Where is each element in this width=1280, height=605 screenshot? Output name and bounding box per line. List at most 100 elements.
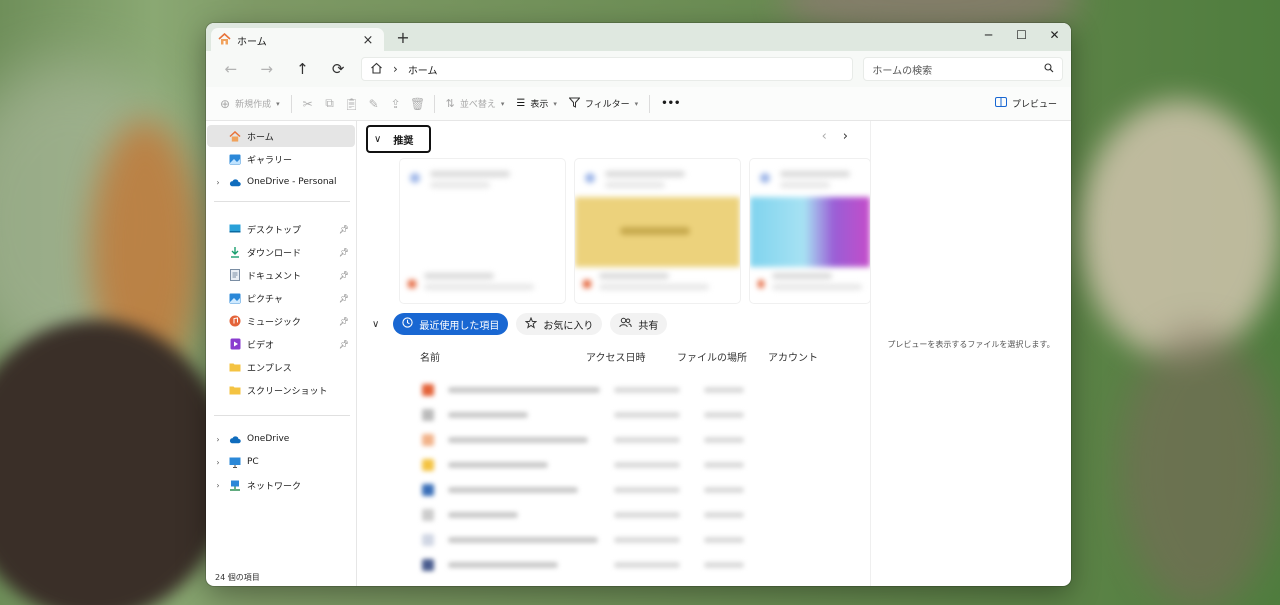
breadcrumb-home[interactable]: ホーム bbox=[408, 62, 438, 77]
chevron-down-icon[interactable]: ∨ bbox=[372, 319, 379, 330]
sidebar-item-screenshots[interactable]: スクリーンショット bbox=[207, 379, 355, 401]
sidebar-item-onedrive[interactable]: › OneDrive bbox=[207, 428, 355, 450]
sidebar-item-pictures[interactable]: ピクチャ 📌︎ bbox=[207, 287, 355, 309]
table-row[interactable] bbox=[422, 430, 744, 450]
chevron-right-icon[interactable]: › bbox=[213, 481, 223, 490]
column-header-account[interactable]: アカウント bbox=[768, 349, 848, 364]
delete-icon[interactable]: 🗑︎ bbox=[407, 93, 429, 115]
chevron-down-icon: ▾ bbox=[500, 99, 505, 108]
music-icon bbox=[229, 315, 241, 327]
refresh-button[interactable]: ⟳ bbox=[321, 55, 355, 83]
sidebar-divider bbox=[214, 415, 350, 416]
sidebar-item-documents[interactable]: ドキュメント 📌︎ bbox=[207, 264, 355, 286]
tab-favorites[interactable]: お気に入り bbox=[516, 313, 603, 335]
view-button[interactable]: ☰ 表示 ▾ bbox=[510, 91, 563, 117]
table-row[interactable] bbox=[422, 505, 744, 525]
pin-icon[interactable]: 📌︎ bbox=[339, 271, 349, 280]
column-header-location[interactable]: ファイルの場所 bbox=[677, 349, 768, 364]
navigation-pane: ホーム ギャラリー › OneDrive - Personal デスクトップ 📌… bbox=[206, 121, 357, 586]
more-options-button[interactable]: ••• bbox=[655, 91, 686, 117]
new-label: 新規作成 bbox=[235, 100, 272, 110]
paste-icon[interactable]: 📋︎ bbox=[341, 93, 363, 115]
tab-shared[interactable]: 共有 bbox=[610, 313, 668, 335]
table-row[interactable] bbox=[422, 480, 744, 500]
recommended-card[interactable] bbox=[400, 159, 565, 303]
home-icon bbox=[218, 32, 231, 48]
column-header-name[interactable]: 名前 bbox=[420, 349, 586, 364]
sidebar-item-label: OneDrive bbox=[247, 434, 290, 444]
chevron-right-icon[interactable]: › bbox=[213, 458, 223, 467]
column-header-accessed[interactable]: アクセス日時 bbox=[586, 349, 677, 364]
new-tab-button[interactable]: + bbox=[394, 29, 412, 47]
sidebar-item-network[interactable]: › ネットワーク bbox=[207, 474, 355, 496]
sidebar-item-downloads[interactable]: ダウンロード 📌︎ bbox=[207, 241, 355, 263]
search-input[interactable]: ホームの検索 bbox=[863, 57, 1064, 81]
tab-close-icon[interactable]: × bbox=[360, 33, 376, 48]
table-row[interactable] bbox=[422, 530, 744, 550]
tab-favorites-label: お気に入り bbox=[543, 320, 594, 332]
sidebar-item-onedrive-personal[interactable]: › OneDrive - Personal bbox=[207, 171, 355, 193]
table-row[interactable] bbox=[422, 455, 744, 475]
cut-icon[interactable]: ✂ bbox=[297, 93, 319, 115]
address-field[interactable]: › ホーム bbox=[361, 57, 854, 81]
toolbar-divider bbox=[433, 94, 435, 113]
chevron-right-icon[interactable]: › bbox=[213, 178, 223, 187]
recommended-section-toggle[interactable]: ∨ 推奨 bbox=[366, 125, 431, 153]
sidebar-item-home[interactable]: ホーム bbox=[207, 125, 355, 147]
sidebar-item-videos[interactable]: ビデオ 📌︎ bbox=[207, 333, 355, 355]
breadcrumb-separator-icon[interactable]: › bbox=[393, 62, 398, 76]
sidebar-item-label: エンプレス bbox=[247, 363, 292, 374]
copy-icon[interactable]: ⧉ bbox=[319, 93, 341, 115]
people-icon bbox=[619, 317, 633, 331]
rename-icon[interactable]: ✎ bbox=[363, 93, 385, 115]
forward-button[interactable]: → bbox=[250, 55, 284, 83]
back-button[interactable]: ← bbox=[214, 55, 248, 83]
table-row[interactable] bbox=[422, 405, 744, 425]
preview-pane-icon bbox=[994, 97, 1007, 110]
sidebar-divider bbox=[214, 201, 350, 202]
filter-button[interactable]: フィルター ▾ bbox=[563, 91, 644, 117]
up-button[interactable]: ↑ bbox=[286, 55, 320, 83]
sidebar-item-empress[interactable]: エンプレス bbox=[207, 356, 355, 378]
sidebar-item-desktop[interactable]: デスクトップ 📌︎ bbox=[207, 218, 355, 240]
table-row[interactable] bbox=[422, 380, 744, 400]
carousel-prev-icon[interactable]: ‹ bbox=[822, 129, 827, 144]
chevron-right-icon[interactable]: › bbox=[213, 435, 223, 444]
new-button[interactable]: ⊕ 新規作成 ▾ bbox=[214, 91, 286, 117]
sidebar-item-music[interactable]: ミュージック 📌︎ bbox=[207, 310, 355, 332]
pin-icon[interactable]: 📌︎ bbox=[339, 248, 349, 257]
tab-title: ホーム bbox=[237, 36, 267, 48]
home-icon bbox=[229, 130, 241, 142]
sidebar-item-label: デスクトップ bbox=[247, 225, 302, 236]
carousel-next-icon[interactable]: › bbox=[843, 129, 848, 144]
sidebar-item-gallery[interactable]: ギャラリー bbox=[207, 148, 355, 170]
sidebar-item-pc[interactable]: › PC bbox=[207, 451, 355, 473]
sidebar-item-label: ビデオ bbox=[247, 340, 275, 351]
sidebar-item-label: ミュージック bbox=[247, 317, 301, 328]
share-icon[interactable]: ⇪ bbox=[385, 93, 407, 115]
pin-icon[interactable]: 📌︎ bbox=[339, 340, 349, 349]
pin-icon[interactable]: 📌︎ bbox=[339, 225, 349, 234]
address-bar-row: ← → ↑ ⟳ › ホーム ホームの検索 bbox=[206, 51, 1071, 87]
title-bar[interactable]: ホーム × + ─ ☐ ✕ bbox=[206, 23, 1071, 52]
pin-icon[interactable]: 📌︎ bbox=[339, 294, 349, 303]
tab-home[interactable]: ホーム × bbox=[211, 28, 384, 52]
recommended-card[interactable] bbox=[575, 159, 740, 303]
preview-button[interactable]: プレビュー bbox=[989, 91, 1063, 117]
sidebar-item-label: ギャラリー bbox=[247, 155, 293, 166]
file-explorer-window: ホーム × + ─ ☐ ✕ ← → ↑ ⟳ › ホーム ホームの検索 ⊕ 新規作… bbox=[206, 23, 1071, 586]
minimize-button[interactable]: ─ bbox=[972, 23, 1005, 47]
maximize-button[interactable]: ☐ bbox=[1005, 23, 1038, 47]
table-row[interactable] bbox=[422, 555, 744, 575]
gallery-icon bbox=[229, 153, 241, 165]
folder-icon bbox=[229, 361, 241, 373]
pin-icon[interactable]: 📌︎ bbox=[339, 317, 349, 326]
toolbar-divider bbox=[649, 94, 651, 113]
sidebar-item-label: ネットワーク bbox=[247, 481, 302, 492]
close-button[interactable]: ✕ bbox=[1038, 23, 1071, 47]
tab-recent[interactable]: 最近使用した項目 bbox=[393, 313, 509, 335]
document-icon bbox=[229, 269, 241, 281]
cloud-icon bbox=[229, 176, 241, 188]
recommended-card[interactable] bbox=[750, 159, 870, 303]
sort-button[interactable]: ⇅ 並べ替え ▾ bbox=[440, 91, 511, 117]
